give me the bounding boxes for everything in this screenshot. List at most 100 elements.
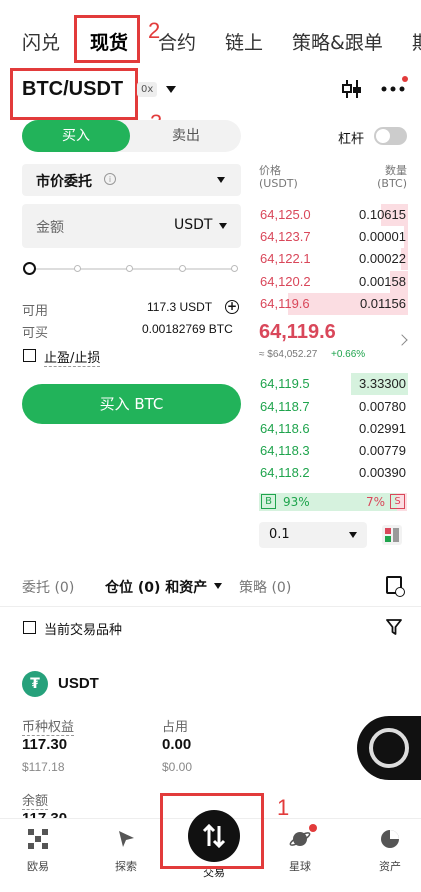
ask-row[interactable]: 64,119.6 0.01156 [258,293,408,315]
amount-slider-handle[interactable] [23,262,36,275]
floating-button-ring [369,728,409,768]
ask-qty: 0.00158 [359,274,406,289]
chevron-down-icon [349,532,357,538]
nav-assets[interactable]: 资产 [360,822,420,874]
sell-ratio: 7% [365,495,385,509]
divider [0,606,421,607]
candlestick-chart-icon[interactable] [340,78,364,100]
orderbook-layout-icon[interactable] [382,525,402,545]
nav-assets-label: 资产 [379,860,401,873]
available-label: 可用 [22,304,49,319]
available-value: 117.3 USDT [147,300,213,314]
bid-price: 64,119.5 [260,376,310,391]
nav-okx[interactable]: 欧易 [8,822,68,874]
annotation-1: 1 [277,795,290,820]
price-change: +0.66% [331,349,366,360]
nav-planet-label: 星球 [289,860,311,873]
occupied-label: 占用 [162,720,189,735]
ask-qty: 0.00022 [359,251,406,266]
ask-price: 64,120.2 [260,274,311,289]
bid-qty: 0.00390 [359,465,406,480]
ask-qty: 0.01156 [359,296,406,311]
nav-discover[interactable]: 探索 [96,822,156,874]
buy-tab[interactable]: 买入 [22,120,130,152]
ask-row[interactable]: 64,120.2 0.00158 [258,271,408,293]
ask-price: 64,119.6 [260,296,310,311]
toggle-knob [376,129,390,143]
last-price: 64,119.6 [259,321,336,343]
orderbook-price-header: 价格 (USDT) [259,164,298,190]
chevron-right-icon[interactable] [396,334,408,346]
tab-strategy-orders[interactable]: 策略 (0) [239,577,291,597]
margin-toggle[interactable] [374,127,407,145]
order-type-select[interactable]: 市价委托 i [22,164,241,196]
occupied-usd: $0.00 [162,760,193,774]
tab-options[interactable]: 期 [412,28,421,55]
tab-flash-swap[interactable]: 闪兑 [22,28,60,55]
buy-ratio: 93% [283,495,310,509]
nav-planet[interactable]: 星球 [270,822,330,874]
order-history-icon[interactable] [386,576,405,597]
slider-step-75[interactable] [179,265,186,272]
tab-onchain[interactable]: 链上 [225,28,263,55]
bid-qty: 0.02991 [359,421,406,436]
ask-row[interactable]: 64,122.1 0.00022 [258,248,408,270]
order-type-label: 市价委托 [36,174,92,190]
current-pair-checkbox[interactable] [23,621,36,634]
info-icon[interactable]: i [104,173,116,185]
buy-sell-ratio-bar: B 93% 7% S [259,493,407,511]
sell-ratio-badge: S [390,494,405,509]
price-header-label: 价格 [259,164,281,177]
floating-assistive-button[interactable] [357,716,421,780]
tab-futures[interactable]: 合约 [158,28,196,55]
amount-unit-select[interactable]: USDT [174,217,212,233]
slider-step-25[interactable] [74,265,81,272]
margin-label: 杠杆 [338,132,365,147]
annotation-box-trade [160,793,264,869]
tab-strategy-copy[interactable]: 策略&跟单 [292,28,383,55]
usdt-token-icon: ₮ [22,671,48,697]
sell-tab[interactable]: 卖出 [132,120,240,152]
bid-row[interactable]: 64,118.7 0.00780 [258,396,408,418]
bid-row[interactable]: 64,118.2 0.00390 [258,462,408,484]
amount-input[interactable]: 金额 USDT [22,204,241,248]
equity-usd: $117.18 [22,760,65,774]
chevron-down-icon[interactable] [166,86,176,93]
layout-list-block [393,528,399,542]
planet-icon [289,832,311,846]
slider-step-50[interactable] [126,265,133,272]
can-buy-label: 可买 [22,326,49,341]
add-funds-icon[interactable]: + [225,300,239,314]
bid-row[interactable]: 64,118.3 0.00779 [258,440,408,462]
ask-row[interactable]: 64,123.7 0.00001 [258,226,408,248]
bid-qty: 3.33300 [359,376,406,391]
planet-notification-dot [309,824,317,832]
filter-icon[interactable] [386,618,402,636]
layout-sell-block [385,528,391,534]
buy-ratio-badge: B [261,494,276,509]
ask-qty: 0.10615 [359,207,406,222]
precision-value: 0.1 [269,527,290,542]
current-pair-label: 当前交易品种 [44,623,123,638]
buy-btc-button[interactable]: 买入 BTC [22,384,241,424]
bid-row[interactable]: 64,118.6 0.02991 [258,418,408,440]
qty-header-label: 数量 [385,164,407,177]
chevron-down-icon [217,177,225,183]
slider-step-100[interactable] [231,265,238,272]
precision-select[interactable]: 0.1 [259,522,367,548]
tab-open-orders[interactable]: 委托 (0) [22,577,74,597]
qty-header-unit: (BTC) [377,177,407,190]
bid-row[interactable]: 64,119.5 3.33300 [258,373,408,395]
tp-sl-label[interactable]: 止盈/止损 [44,347,101,367]
asset-name: USDT [58,675,99,692]
tp-sl-checkbox[interactable] [23,349,36,362]
pie-chart-icon [381,830,399,848]
bid-price: 64,118.3 [260,443,310,458]
ask-row[interactable]: 64,125.0 0.10615 [258,204,408,226]
more-menu-icon[interactable] [380,84,406,94]
tab-positions-assets[interactable]: 仓位 (0) 和资产 [105,577,207,597]
can-buy-value: 0.00182769 BTC [142,322,233,336]
ask-price: 64,122.1 [260,251,311,266]
occupied-value: 0.00 [162,736,192,753]
annotation-2: 2 [148,18,161,43]
